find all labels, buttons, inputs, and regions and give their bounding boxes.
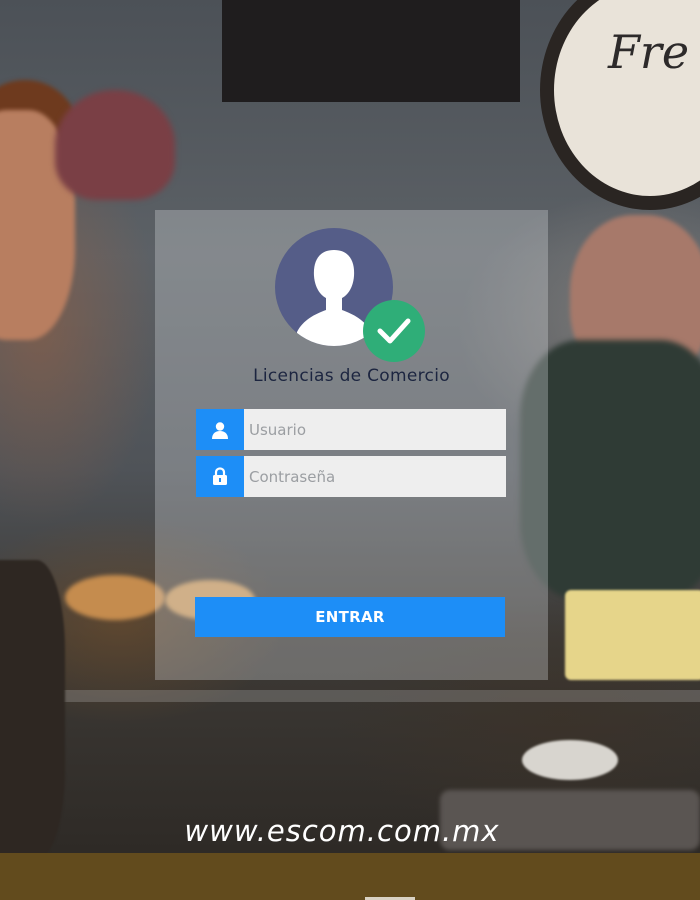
submit-button[interactable]: ENTRAR [195,597,505,637]
avatar [275,228,425,362]
lock-icon [196,456,244,497]
username-input[interactable] [244,409,506,450]
page-title: Licencias de Comercio [253,366,450,386]
check-icon [363,300,425,362]
footer-bar [0,853,700,900]
website-url: www.escom.com.mx [184,814,500,848]
password-field [196,456,506,497]
user-icon [196,409,244,450]
username-field [196,409,506,450]
password-input[interactable] [244,456,506,497]
